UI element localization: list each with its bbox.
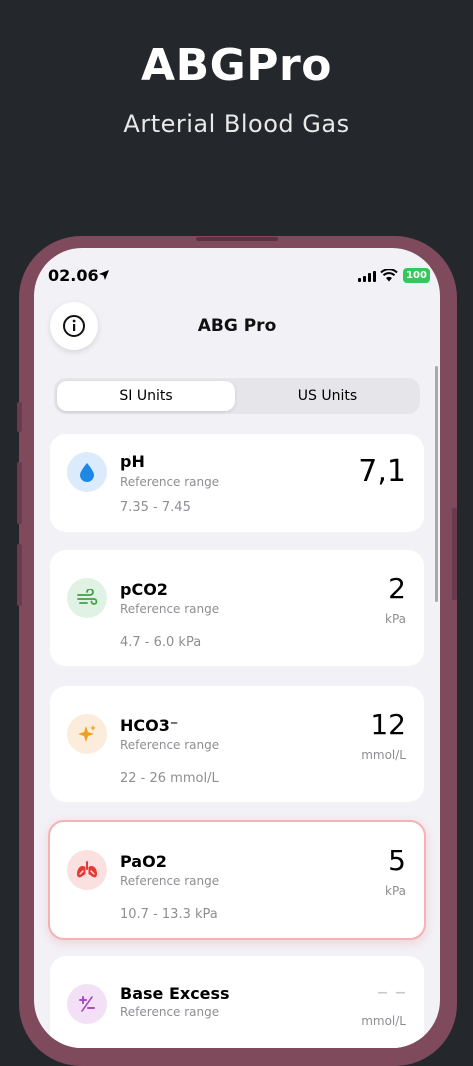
location-arrow-icon [99, 270, 109, 280]
parameter-card-pao2[interactable]: PaO2 Reference range 10.7 - 13.3 kPa 5 k… [48, 820, 426, 940]
wifi-icon [380, 269, 398, 282]
promo-subtitle: Arterial Blood Gas [123, 110, 350, 138]
parameter-unit: mmol/L [361, 748, 406, 762]
units-segmented-control: SI Units US Units [54, 378, 420, 414]
parameter-value: – – [377, 980, 406, 1005]
parameter-value: 2 [388, 572, 406, 605]
si-units-tab[interactable]: SI Units [57, 381, 235, 411]
sparkles-icon [67, 714, 107, 754]
cellular-signal-icon [358, 271, 376, 282]
parameter-value: 5 [388, 844, 406, 877]
parameter-name: pH [120, 452, 145, 471]
reference-range-value: 4.7 - 6.0 kPa [120, 635, 202, 650]
phone-notch [196, 237, 278, 241]
phone-side-button [452, 508, 457, 600]
reference-range-label: Reference range [120, 874, 220, 888]
phone-side-button [17, 462, 22, 524]
reference-range-value: 7.35 - 7.45 [120, 500, 191, 515]
wind-icon [67, 578, 107, 618]
parameter-name: HCO3⁻ [120, 716, 179, 735]
promo-title: ABGPro [141, 40, 332, 91]
reference-range-value: 22 - 26 mmol/L [120, 771, 219, 786]
droplet-icon [67, 452, 107, 492]
reference-range-label: Reference range [120, 475, 220, 489]
phone-side-button [17, 402, 22, 432]
parameter-unit: kPa [385, 884, 406, 898]
reference-range-label: Reference range [120, 738, 220, 752]
battery-indicator: 100 [403, 268, 430, 283]
parameter-card-hco3[interactable]: HCO3⁻ Reference range 22 - 26 mmol/L 12 … [50, 686, 424, 802]
reference-range-value: 10.7 - 13.3 kPa [120, 907, 218, 922]
parameter-value: 12 [370, 708, 406, 741]
app-screen: 02.06 100 ABG Pro SI Units US Units pH R… [34, 248, 440, 1048]
parameter-unit: kPa [385, 612, 406, 626]
parameter-card-pco2[interactable]: pCO2 Reference range 4.7 - 6.0 kPa 2 kPa [50, 550, 424, 666]
us-units-tab[interactable]: US Units [238, 381, 417, 411]
phone-side-button [17, 544, 22, 606]
parameter-card-base-excess[interactable]: Base Excess Reference range – – mmol/L [50, 956, 424, 1048]
parameter-name: Base Excess [120, 984, 230, 1003]
status-bar: 02.06 100 [34, 266, 440, 290]
parameter-name: pCO2 [120, 580, 168, 599]
lungs-icon [67, 850, 107, 890]
parameter-unit: mmol/L [361, 1014, 406, 1028]
scrollbar[interactable] [435, 366, 438, 602]
status-time: 02.06 [48, 266, 99, 285]
reference-range-label: Reference range [120, 1005, 220, 1019]
parameter-value: 7,1 [358, 454, 406, 489]
plus-minus-icon [67, 984, 107, 1024]
parameter-card-ph[interactable]: pH Reference range 7.35 - 7.45 7,1 [50, 434, 424, 532]
parameter-name: PaO2 [120, 852, 167, 871]
nav-title: ABG Pro [197, 316, 277, 336]
reference-range-label: Reference range [120, 602, 220, 616]
